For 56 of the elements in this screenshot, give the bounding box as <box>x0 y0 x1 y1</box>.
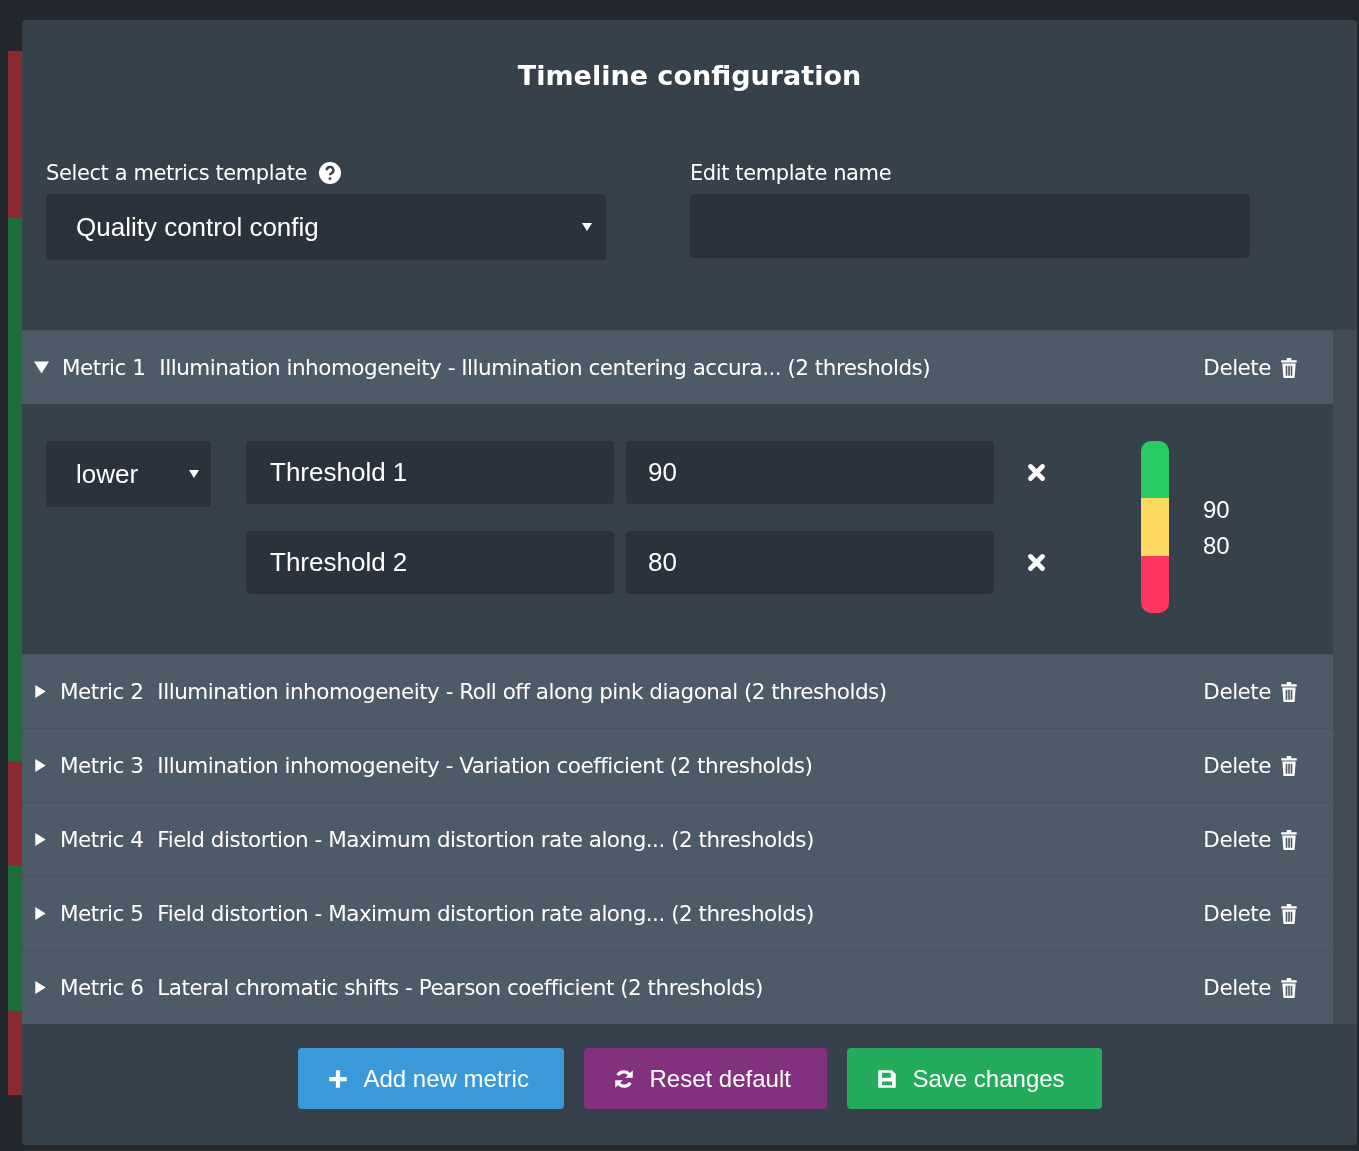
trash-icon <box>1281 977 1297 998</box>
metric-header[interactable]: Metric 4 Field distortion - Maximum distortion rate along... (2 thresholds) Delete <box>22 802 1333 876</box>
delete-button[interactable]: Delete <box>1203 355 1297 380</box>
plus-icon <box>327 1068 348 1089</box>
metric-description: Illumination inhomogeneity - Illumination centering accura... (2 thresholds) <box>159 355 932 380</box>
metric-label: Metric 3 <box>60 753 144 778</box>
metric-header[interactable]: Metric 5 Field distortion - Maximum distortion rate along... (2 thresholds) Delete <box>22 876 1333 950</box>
expand-triangle-icon <box>34 759 47 772</box>
expand-triangle-icon <box>34 981 47 994</box>
gauge-label: 90 <box>1203 495 1230 525</box>
close-icon[interactable] <box>1028 554 1045 571</box>
scrollbar[interactable] <box>1333 330 1357 1024</box>
metric-header[interactable]: Metric 6 Lateral chromatic shifts - Pearson coefficient (2 thresholds) Delete <box>22 950 1333 1024</box>
direction-select[interactable]: lower <box>46 441 211 507</box>
template-select[interactable]: Quality control config <box>46 194 606 260</box>
close-icon[interactable] <box>1028 464 1045 481</box>
threshold-name-field[interactable]: Threshold 1 <box>246 441 614 504</box>
threshold-name-field[interactable]: Threshold 2 <box>246 531 614 594</box>
metric-header[interactable]: Metric 3 Illumination inhomogeneity - Variation coefficient (2 thresholds) Delete <box>22 728 1333 802</box>
metric-label: Metric 2 <box>60 679 144 704</box>
threshold-value-field[interactable]: 80 <box>626 531 994 594</box>
expand-triangle-icon <box>34 833 47 846</box>
trash-icon <box>1281 681 1297 702</box>
metric-description: Lateral chromatic shifts - Pearson coefficient (2 thresholds) <box>157 975 764 1000</box>
delete-button[interactable]: Delete <box>1203 901 1297 926</box>
delete-button[interactable]: Delete <box>1203 679 1297 704</box>
delete-button[interactable]: Delete <box>1203 975 1297 1000</box>
trash-icon <box>1281 903 1297 924</box>
metric-description: Illumination inhomogeneity - Variation coefficient (2 thresholds) <box>157 753 814 778</box>
metric-description: Field distortion - Maximum distortion rate along... (2 thresholds) <box>157 827 815 852</box>
expand-triangle-icon <box>34 907 47 920</box>
trash-icon <box>1281 755 1297 776</box>
threshold-value-field[interactable]: 90 <box>626 441 994 504</box>
expand-triangle-icon <box>34 685 47 698</box>
metric-header[interactable]: Metric 1 Illumination inhomogeneity - Illumination centering accura... (2 thresholds) Delete <box>22 330 1333 404</box>
metric-label: Metric 5 <box>60 901 144 926</box>
caret-icon <box>189 470 199 478</box>
metric-description: Illumination inhomogeneity - Roll off along pink diagonal (2 thresholds) <box>157 679 888 704</box>
metric-label: Metric 6 <box>60 975 144 1000</box>
metric-label: Metric 4 <box>60 827 144 852</box>
help-icon[interactable] <box>319 162 342 184</box>
field-label: Select a metrics template <box>46 161 308 185</box>
reset-button[interactable]: Reset default <box>583 1048 827 1109</box>
metric-label: Metric 1 <box>62 355 146 380</box>
refresh-icon <box>613 1068 634 1089</box>
dialog-title: Timeline configuration <box>516 58 863 93</box>
trash-icon <box>1281 829 1297 850</box>
delete-button[interactable]: Delete <box>1203 753 1297 778</box>
caret-icon <box>582 223 592 231</box>
delete-button[interactable]: Delete <box>1203 827 1297 852</box>
collapse-triangle-icon <box>34 360 49 375</box>
trash-icon <box>1281 357 1297 378</box>
metric-description: Field distortion - Maximum distortion rate along... (2 thresholds) <box>157 901 815 926</box>
field-label: Edit template name <box>690 161 892 185</box>
gauge-label: 80 <box>1203 531 1230 561</box>
metric-header[interactable]: Metric 2 Illumination inhomogeneity - Roll off along pink diagonal (2 thresholds) Delete <box>22 654 1333 728</box>
